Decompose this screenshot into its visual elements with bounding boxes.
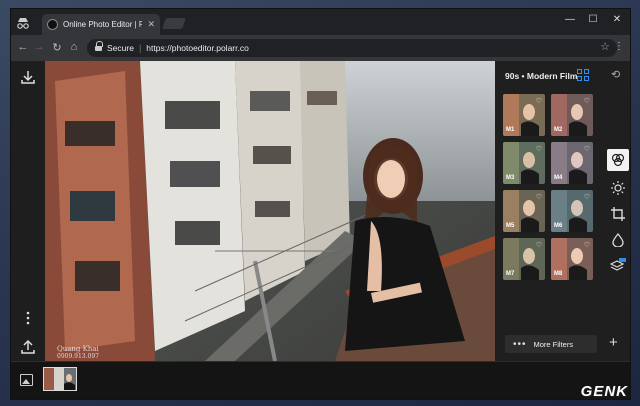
photo-image <box>45 61 495 361</box>
filter-label: M2 <box>554 127 563 133</box>
close-window-button[interactable]: ✕ <box>609 14 625 25</box>
crop-tool-icon[interactable] <box>607 203 629 225</box>
photo-watermark-phone: 0909.913.097 <box>57 353 99 360</box>
filter-label: M4 <box>554 175 563 181</box>
adjust-sun-icon[interactable] <box>607 177 629 199</box>
download-icon[interactable] <box>19 69 37 85</box>
filter-thumb-m5[interactable]: M5 ♡ <box>503 190 545 232</box>
upload-icon[interactable] <box>19 339 37 355</box>
incognito-icon <box>17 18 29 29</box>
grid-view-icon[interactable] <box>577 69 589 81</box>
favorite-heart-icon[interactable]: ♡ <box>584 193 590 201</box>
crop-icon <box>611 207 625 221</box>
filter-label: M6 <box>554 223 563 229</box>
favorite-heart-icon[interactable]: ♡ <box>584 241 590 249</box>
filters-icon <box>611 153 625 167</box>
retouch-drop-icon[interactable] <box>607 229 629 251</box>
browser-tab[interactable]: Online Photo Editor | Polarr ✕ <box>42 14 160 35</box>
filter-label: M5 <box>506 223 515 229</box>
url-text[interactable]: https://photoeditor.polarr.co <box>146 43 249 53</box>
filter-label: M3 <box>506 175 515 181</box>
layers-icon <box>610 258 626 271</box>
left-toolbar <box>11 61 45 361</box>
filter-thumb-m4[interactable]: M4 ♡ <box>551 142 593 184</box>
forward-button[interactable]: → <box>32 41 46 53</box>
home-button[interactable]: ⌂ <box>67 41 81 53</box>
more-dots-icon: ••• <box>513 338 527 350</box>
filter-thumb-m2[interactable]: M2 ♡ <box>551 94 593 136</box>
favorite-heart-icon[interactable]: ♡ <box>536 97 542 105</box>
address-bar[interactable]: Secure | https://photoeditor.polarr.co ☆ <box>87 39 617 57</box>
favorite-heart-icon[interactable]: ♡ <box>536 193 542 201</box>
filters-panel: 90s • Modern Film ⟲ M1 ♡ M2 ♡ M3 ♡ M4 ♡ … <box>495 61 630 361</box>
filter-label: M1 <box>506 127 515 133</box>
browser-toolbar: ← → ↻ ⌂ Secure | https://photoeditor.pol… <box>11 35 630 61</box>
photo-editor-app: Quang Khai 0909.913.097 90s • Modern Fil… <box>11 61 630 399</box>
favorite-heart-icon[interactable]: ♡ <box>536 145 542 153</box>
favorite-heart-icon[interactable]: ♡ <box>584 145 590 153</box>
new-tab-button[interactable] <box>161 18 187 29</box>
filter-label: M7 <box>506 271 515 277</box>
maximize-button[interactable]: ☐ <box>585 14 601 25</box>
image-gallery-icon[interactable] <box>20 374 33 386</box>
lock-icon <box>95 41 103 52</box>
browser-window: Online Photo Editor | Polarr ✕ — ☐ ✕ ← →… <box>10 8 631 400</box>
favorite-heart-icon[interactable]: ♡ <box>536 241 542 249</box>
filter-thumb-m6[interactable]: M6 ♡ <box>551 190 593 232</box>
address-separator: | <box>138 43 142 53</box>
drop-icon <box>612 233 624 247</box>
tab-strip: Online Photo Editor | Polarr ✕ — ☐ ✕ <box>11 9 630 35</box>
reload-button[interactable]: ↻ <box>50 41 64 54</box>
history-reset-icon[interactable]: ⟲ <box>611 68 620 81</box>
back-button[interactable]: ← <box>16 41 30 53</box>
genk-logo: GENK <box>580 383 628 400</box>
sun-icon <box>611 181 625 195</box>
filmstrip-thumbnail-image <box>44 368 76 390</box>
bookmark-star-icon[interactable]: ☆ <box>600 40 610 53</box>
filter-label: M8 <box>554 271 563 277</box>
more-filters-button[interactable]: ••• More Filters <box>505 335 597 353</box>
tab-title: Online Photo Editor | Polarr <box>63 20 142 29</box>
polarr-favicon-icon <box>47 19 58 30</box>
filters-tool-icon[interactable] <box>607 149 629 171</box>
secure-label: Secure <box>107 43 134 53</box>
filmstrip-thumbnail[interactable] <box>43 367 77 391</box>
filter-thumb-m1[interactable]: M1 ♡ <box>503 94 545 136</box>
filter-thumb-m7[interactable]: M7 ♡ <box>503 238 545 280</box>
add-filter-plus-icon[interactable]: + <box>609 334 618 351</box>
layers-tool-icon[interactable] <box>607 255 629 277</box>
filter-thumb-m8[interactable]: M8 ♡ <box>551 238 593 280</box>
filmstrip <box>11 361 630 399</box>
photo-watermark-name: Quang Khai <box>57 345 99 353</box>
browser-menu-icon[interactable]: ⋮ <box>614 41 624 52</box>
favorite-heart-icon[interactable]: ♡ <box>584 97 590 105</box>
filter-thumb-m3[interactable]: M3 ♡ <box>503 142 545 184</box>
more-filters-label: More Filters <box>533 339 574 349</box>
vertical-dots-icon[interactable] <box>19 311 37 325</box>
photo-canvas[interactable]: Quang Khai 0909.913.097 <box>45 61 495 361</box>
tab-close-icon[interactable]: ✕ <box>147 19 155 30</box>
minimize-button[interactable]: — <box>562 14 578 25</box>
filter-collection-title[interactable]: 90s • Modern Film <box>505 71 577 81</box>
